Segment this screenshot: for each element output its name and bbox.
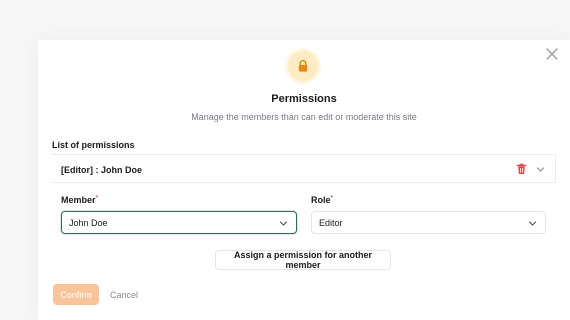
member-label: Member* xyxy=(61,195,98,205)
permission-item-header[interactable]: [Editor] : John Doe xyxy=(52,155,556,183)
trash-icon[interactable] xyxy=(516,163,527,175)
role-label-text: Role xyxy=(311,195,331,205)
cancel-button[interactable]: Cancel xyxy=(110,290,138,300)
required-mark: * xyxy=(95,195,99,202)
role-select-value: Editor xyxy=(319,217,343,228)
assign-permission-button[interactable]: Assign a permission for another member xyxy=(215,250,391,270)
dialog-subtitle: Manage the members than can edit or mode… xyxy=(191,112,417,122)
permissions-list-label: List of permissions xyxy=(52,140,135,150)
confirm-button[interactable]: Confirm xyxy=(53,284,99,305)
required-mark: * xyxy=(330,195,334,202)
chevron-down-icon xyxy=(279,221,288,226)
lock-badge xyxy=(288,51,318,81)
member-select[interactable]: John Doe xyxy=(61,211,297,234)
close-icon[interactable] xyxy=(545,47,559,61)
lock-icon xyxy=(298,59,308,72)
permissions-dialog: Permissions Manage the members than can … xyxy=(38,40,570,320)
chevron-down-icon xyxy=(528,221,537,226)
member-select-value: John Doe xyxy=(69,217,108,228)
chevron-down-icon[interactable] xyxy=(536,165,545,174)
dialog-title: Permissions xyxy=(271,93,337,105)
role-select[interactable]: Editor xyxy=(311,211,546,234)
role-label: Role* xyxy=(311,195,333,205)
member-label-text: Member xyxy=(61,195,96,205)
permission-item-title: [Editor] : John Doe xyxy=(61,165,142,175)
